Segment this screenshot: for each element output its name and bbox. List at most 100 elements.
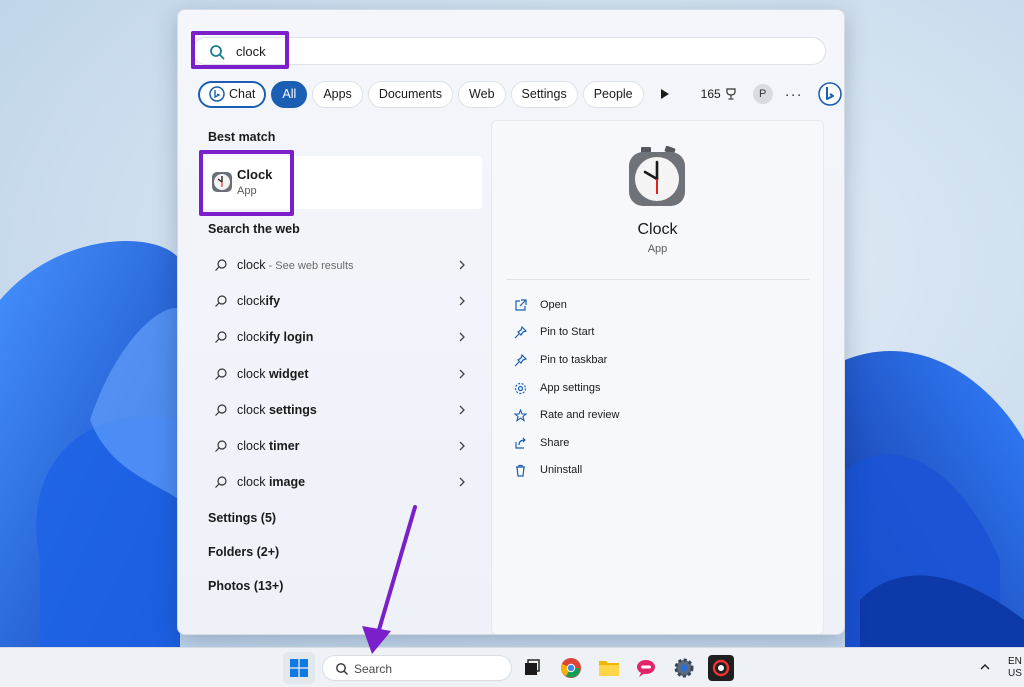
filter-people[interactable]: People bbox=[582, 80, 644, 108]
filter-all[interactable]: All bbox=[271, 80, 308, 108]
search-icon bbox=[215, 440, 227, 452]
action-rate-and-review[interactable]: Rate and review bbox=[514, 405, 620, 425]
action-uninstall[interactable]: Uninstall bbox=[514, 460, 582, 480]
more-filters-button[interactable] bbox=[655, 84, 675, 104]
best-match-type: App bbox=[237, 185, 257, 197]
web-result-row[interactable]: clock - See web results bbox=[200, 248, 482, 282]
detail-app-name: Clock bbox=[637, 221, 678, 238]
language-code: EN bbox=[1008, 656, 1022, 667]
settings-app[interactable] bbox=[671, 655, 697, 681]
web-result-prefix: clock bbox=[237, 439, 266, 453]
filter-documents[interactable]: Documents bbox=[367, 80, 454, 108]
action-label: Open bbox=[540, 299, 567, 311]
filter-settings[interactable]: Settings bbox=[510, 80, 578, 108]
share-icon bbox=[515, 437, 526, 449]
web-result-completion: settings bbox=[265, 403, 317, 417]
web-result-row[interactable]: clockify login bbox=[200, 320, 482, 354]
chevron-right-icon bbox=[459, 405, 465, 415]
web-result-suffix: - See web results bbox=[265, 260, 354, 272]
action-label: Pin to taskbar bbox=[540, 354, 608, 366]
chevron-right-icon bbox=[459, 296, 465, 306]
screen-recorder-app[interactable] bbox=[708, 655, 734, 681]
search-icon bbox=[215, 368, 227, 380]
pin-icon bbox=[514, 353, 527, 366]
action-open[interactable]: Open bbox=[514, 295, 567, 315]
web-result-completion: ify bbox=[265, 294, 281, 308]
web-result-completion: ify login bbox=[265, 330, 314, 344]
clock-app-icon bbox=[629, 146, 685, 206]
action-label: Rate and review bbox=[540, 409, 620, 421]
task-view-icon bbox=[525, 659, 540, 675]
chevron-right-icon bbox=[459, 477, 465, 487]
search-web-heading: Search the web bbox=[208, 222, 300, 236]
filter-web[interactable]: Web bbox=[458, 80, 506, 108]
bing-icon[interactable] bbox=[817, 81, 843, 107]
web-result-completion: widget bbox=[265, 367, 309, 381]
task-view-button[interactable] bbox=[519, 655, 545, 681]
group-settings[interactable]: Settings (5) bbox=[208, 511, 276, 525]
action-label: Pin to Start bbox=[540, 326, 595, 338]
taskbar: Search EN US bbox=[0, 647, 1024, 687]
action-pin-to-start[interactable]: Pin to Start bbox=[514, 322, 594, 342]
group-folders[interactable]: Folders (2+) bbox=[208, 545, 279, 559]
bing-chat-icon bbox=[209, 86, 225, 102]
web-result-prefix: clock bbox=[237, 403, 266, 417]
windows-logo-icon bbox=[290, 659, 308, 677]
web-result-row[interactable]: clock image bbox=[200, 465, 482, 499]
search-icon bbox=[215, 295, 227, 307]
chevron-right-icon bbox=[459, 441, 465, 451]
web-result-prefix: clock bbox=[237, 330, 266, 344]
play-icon bbox=[660, 89, 669, 99]
chat-button[interactable]: Chat bbox=[198, 80, 267, 108]
start-search-panel: clock Chat All Apps Documents Web Settin… bbox=[177, 9, 845, 635]
trash-icon bbox=[516, 464, 525, 477]
messaging-icon bbox=[637, 660, 655, 677]
web-result-prefix: clock bbox=[237, 294, 266, 308]
search-icon bbox=[215, 331, 227, 343]
search-query: clock bbox=[236, 44, 266, 59]
best-match-name: Clock bbox=[237, 167, 273, 182]
detail-app-type: App bbox=[647, 243, 668, 255]
action-share[interactable]: Share bbox=[514, 433, 569, 453]
action-label: App settings bbox=[540, 382, 601, 394]
chevron-right-icon bbox=[459, 332, 465, 342]
search-icon bbox=[215, 476, 227, 488]
search-icon bbox=[210, 45, 225, 60]
chrome-app[interactable] bbox=[558, 655, 584, 681]
profile-avatar[interactable]: P bbox=[752, 84, 773, 104]
taskbar-search-box[interactable]: Search bbox=[322, 655, 512, 681]
chevron-up-icon[interactable] bbox=[978, 660, 992, 674]
web-result-row[interactable]: clock timer bbox=[200, 429, 482, 463]
filter-apps[interactable]: Apps bbox=[312, 80, 363, 108]
language-indicator[interactable]: EN US bbox=[1008, 656, 1022, 680]
action-app-settings[interactable]: App settings bbox=[514, 378, 601, 398]
web-result-completion: timer bbox=[265, 439, 300, 453]
chrome-icon bbox=[561, 658, 581, 678]
search-icon bbox=[336, 663, 348, 675]
chat-app[interactable] bbox=[633, 655, 659, 681]
chevron-right-icon bbox=[459, 260, 465, 270]
chevron-right-icon bbox=[459, 369, 465, 379]
search-input[interactable]: clock bbox=[192, 37, 826, 65]
start-button[interactable] bbox=[283, 652, 315, 684]
best-match-clock[interactable]: Clock App bbox=[200, 156, 482, 209]
points-value: 165 bbox=[700, 87, 721, 101]
taskbar-search-label: Search bbox=[354, 662, 393, 676]
folder-icon bbox=[599, 661, 619, 676]
web-result-row[interactable]: clockify bbox=[200, 284, 482, 318]
web-result-prefix: clock bbox=[237, 367, 266, 381]
action-pin-to-taskbar[interactable]: Pin to taskbar bbox=[514, 350, 607, 370]
web-result-query: clock bbox=[237, 258, 266, 272]
group-photos[interactable]: Photos (13+) bbox=[208, 579, 283, 593]
web-result-completion: image bbox=[265, 475, 306, 489]
star-icon bbox=[514, 408, 527, 422]
web-result-row[interactable]: clock settings bbox=[200, 393, 482, 427]
gear-icon bbox=[674, 658, 694, 678]
chat-label: Chat bbox=[229, 87, 256, 101]
file-explorer-app[interactable] bbox=[596, 655, 622, 681]
open-icon bbox=[515, 298, 527, 311]
web-result-row[interactable]: clock widget bbox=[200, 357, 482, 391]
more-options-button[interactable]: ··· bbox=[785, 86, 803, 103]
rewards-points[interactable]: 165 bbox=[701, 87, 737, 101]
trophy-icon bbox=[726, 88, 736, 100]
